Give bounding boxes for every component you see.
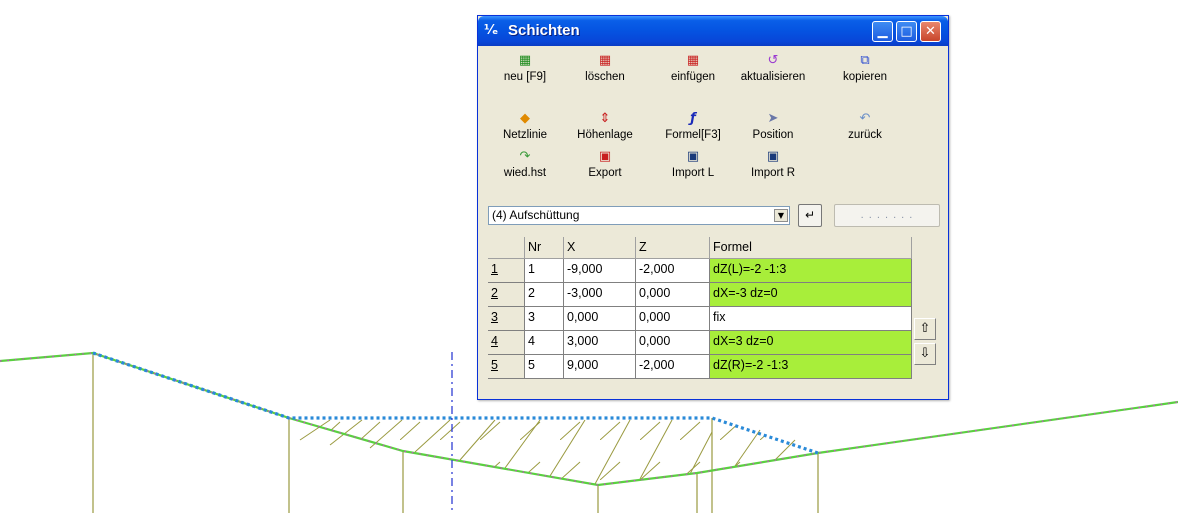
move-down-button[interactable]: ⇩ bbox=[914, 343, 936, 365]
table-cell-x[interactable]: 9,000 bbox=[564, 355, 636, 379]
table-cell-z[interactable]: -2,000 bbox=[636, 259, 710, 283]
import-left-button[interactable]: ▣ Import L bbox=[650, 148, 736, 186]
table-cell-formel[interactable]: dX=3 dz=0 bbox=[710, 331, 912, 355]
table-corner bbox=[488, 237, 525, 259]
points-table[interactable]: Nr X Z Formel 1 1 -9,000 -2,000 dZ(L)=-2… bbox=[488, 237, 912, 383]
position-button[interactable]: ➤ Position bbox=[730, 110, 816, 148]
table-cell-formel[interactable]: dX=-3 dz=0 bbox=[710, 283, 912, 307]
row-header[interactable]: 2 bbox=[488, 283, 525, 307]
refresh-button[interactable]: ↺ aktualisieren bbox=[730, 52, 816, 90]
redo-button[interactable]: ↷ wied.hst bbox=[482, 148, 568, 186]
table-cell-x[interactable]: 0,000 bbox=[564, 307, 636, 331]
column-header-x[interactable]: X bbox=[564, 237, 636, 259]
delete-layer-icon: ▦ bbox=[598, 53, 612, 68]
layers-app-icon: ⅟ₑ bbox=[484, 23, 499, 38]
schichten-window[interactable]: ⅟ₑ Schichten ▁ □ ✕ ▦ neu [F9] ▦ löschen … bbox=[477, 15, 949, 400]
close-button[interactable]: ✕ bbox=[920, 21, 941, 42]
insert-button[interactable]: ▦ einfügen bbox=[650, 52, 736, 90]
table-cell-nr[interactable]: 5 bbox=[525, 355, 564, 379]
fill-area-hatch bbox=[289, 418, 818, 485]
table-cell-z[interactable]: 0,000 bbox=[636, 331, 710, 355]
column-header-z[interactable]: Z bbox=[636, 237, 710, 259]
insert-layer-icon: ▦ bbox=[686, 53, 700, 68]
export-button[interactable]: ▣ Export bbox=[562, 148, 648, 186]
undo-button[interactable]: ↶ zurück bbox=[822, 110, 908, 148]
table-cell-nr[interactable]: 4 bbox=[525, 331, 564, 355]
undo-icon: ↶ bbox=[859, 111, 871, 126]
arrow-down-icon: ⇩ bbox=[919, 346, 931, 361]
table-cell-x[interactable]: -9,000 bbox=[564, 259, 636, 283]
title-bar[interactable]: ⅟ₑ Schichten ▁ □ ✕ bbox=[478, 16, 948, 46]
table-cell-z[interactable]: -2,000 bbox=[636, 355, 710, 379]
move-up-button[interactable]: ⇧ bbox=[914, 318, 936, 340]
column-header-nr[interactable]: Nr bbox=[525, 237, 564, 259]
table-cell-nr[interactable]: 1 bbox=[525, 259, 564, 283]
import-right-button[interactable]: ▣ Import R bbox=[730, 148, 816, 186]
table-cell-z[interactable]: 0,000 bbox=[636, 307, 710, 331]
table-cell-x[interactable]: -3,000 bbox=[564, 283, 636, 307]
table-cell-x[interactable]: 3,000 bbox=[564, 331, 636, 355]
netline-button[interactable]: ◆ Netzlinie bbox=[482, 110, 568, 148]
apply-button[interactable]: ↵ bbox=[798, 204, 822, 227]
copy-icon: ⧉ bbox=[860, 53, 870, 68]
import-right-icon: ▣ bbox=[766, 149, 780, 164]
window-title: Schichten bbox=[508, 22, 580, 39]
apply-arrow-icon: ↵ bbox=[804, 208, 816, 222]
copy-button[interactable]: ⧉ kopieren bbox=[822, 52, 908, 90]
table-cell-z[interactable]: 0,000 bbox=[636, 283, 710, 307]
row-header[interactable]: 3 bbox=[488, 307, 525, 331]
redo-icon: ↷ bbox=[519, 149, 531, 164]
delete-button[interactable]: ▦ löschen bbox=[562, 52, 648, 90]
maximize-button[interactable]: □ bbox=[896, 21, 917, 42]
row-header[interactable]: 5 bbox=[488, 355, 525, 379]
table-cell-nr[interactable]: 2 bbox=[525, 283, 564, 307]
formula-icon: ƒ bbox=[690, 111, 696, 126]
column-header-formel[interactable]: Formel bbox=[710, 237, 912, 259]
layer-select[interactable]: (4) Aufschüttung bbox=[488, 206, 790, 225]
formula-button[interactable]: ƒ Formel[F3] bbox=[650, 110, 736, 148]
table-cell-formel[interactable]: dZ(R)=-2 -1:3 bbox=[710, 355, 912, 379]
table-cell-nr[interactable]: 3 bbox=[525, 307, 564, 331]
new-button[interactable]: ▦ neu [F9] bbox=[482, 52, 568, 90]
refresh-icon: ↺ bbox=[767, 53, 779, 68]
elevation-icon: ⇕ bbox=[599, 111, 611, 126]
export-icon: ▣ bbox=[598, 149, 612, 164]
import-left-icon: ▣ bbox=[686, 149, 700, 164]
chevron-down-icon[interactable]: ▼ bbox=[774, 209, 788, 222]
position-icon: ➤ bbox=[767, 111, 779, 126]
netline-icon: ◆ bbox=[520, 111, 530, 126]
new-layer-icon: ▦ bbox=[518, 53, 532, 68]
arrow-up-icon: ⇧ bbox=[919, 321, 931, 336]
table-cell-formel[interactable]: fix bbox=[710, 307, 912, 331]
dots-button[interactable]: . . . . . . . bbox=[834, 204, 940, 227]
minimize-button[interactable]: ▁ bbox=[872, 21, 893, 42]
row-header[interactable]: 1 bbox=[488, 259, 525, 283]
table-cell-formel[interactable]: dZ(L)=-2 -1:3 bbox=[710, 259, 912, 283]
elevation-button[interactable]: ⇕ Höhenlage bbox=[562, 110, 648, 148]
row-header[interactable]: 4 bbox=[488, 331, 525, 355]
